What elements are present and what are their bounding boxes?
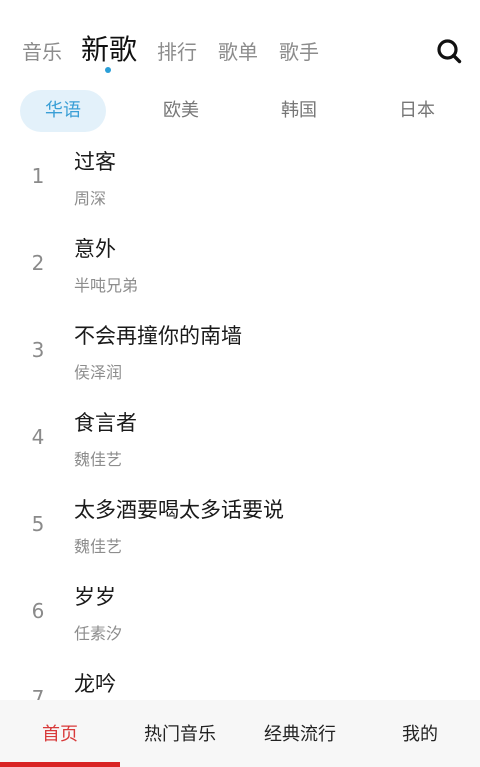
song-title: 太多酒要喝太多话要说 (74, 498, 284, 522)
subtab-japan[interactable]: 日本 (374, 90, 460, 132)
song-item[interactable]: 2 意外 半吨兄弟 (0, 225, 480, 311)
song-rank: 1 (31, 164, 45, 188)
tab-charts[interactable]: 排行 (157, 36, 197, 65)
song-item[interactable]: 7 龙吟 (0, 660, 480, 700)
song-rank: 2 (31, 251, 45, 275)
nav-hot-music[interactable]: 热门音乐 (120, 720, 240, 746)
region-tabs: 华语 欧美 韩国 日本 (0, 90, 480, 134)
song-title: 意外 (74, 237, 116, 261)
song-item[interactable]: 6 岁岁 任素汐 (0, 573, 480, 659)
song-item[interactable]: 1 过客 周深 (0, 138, 480, 224)
song-item[interactable]: 3 不会再撞你的南墙 侯泽润 (0, 312, 480, 398)
song-title: 食言者 (74, 411, 137, 435)
song-rank: 7 (31, 686, 45, 700)
tab-playlists[interactable]: 歌单 (218, 36, 258, 65)
bottom-nav: 首页 热门音乐 经典流行 我的 (0, 700, 480, 767)
song-artist: 侯泽润 (74, 363, 123, 382)
top-nav: 音乐 新歌 排行 歌单 歌手 (0, 0, 480, 85)
song-artist: 魏佳艺 (74, 450, 123, 469)
search-icon[interactable] (436, 38, 462, 64)
song-item[interactable]: 4 食言者 魏佳艺 (0, 399, 480, 485)
song-artist: 周深 (74, 189, 107, 208)
subtab-chinese[interactable]: 华语 (20, 90, 106, 132)
song-title: 岁岁 (74, 585, 116, 609)
song-artist: 魏佳艺 (74, 537, 123, 556)
subtab-western[interactable]: 欧美 (138, 90, 224, 132)
song-item[interactable]: 5 太多酒要喝太多话要说 魏佳艺 (0, 486, 480, 572)
nav-classic-pop[interactable]: 经典流行 (240, 720, 360, 746)
song-title: 龙吟 (74, 672, 116, 696)
active-nav-indicator (0, 762, 120, 767)
song-rank: 5 (31, 512, 45, 536)
tab-music[interactable]: 音乐 (22, 36, 62, 65)
song-title: 不会再撞你的南墙 (74, 324, 242, 348)
song-artist: 任素汐 (74, 624, 123, 643)
active-tab-indicator (105, 67, 111, 73)
tab-singers[interactable]: 歌手 (279, 36, 319, 65)
subtab-korea[interactable]: 韩国 (256, 90, 342, 132)
song-rank: 6 (31, 599, 45, 623)
song-artist: 半吨兄弟 (74, 276, 139, 295)
song-rank: 3 (31, 338, 45, 362)
nav-home[interactable]: 首页 (0, 720, 120, 746)
song-title: 过客 (74, 150, 116, 174)
tab-new-songs[interactable]: 新歌 (81, 28, 137, 68)
song-rank: 4 (31, 425, 45, 449)
nav-mine[interactable]: 我的 (360, 720, 480, 746)
song-list: 1 过客 周深 2 意外 半吨兄弟 3 不会再撞你的南墙 侯泽润 4 食言者 魏… (0, 138, 480, 700)
